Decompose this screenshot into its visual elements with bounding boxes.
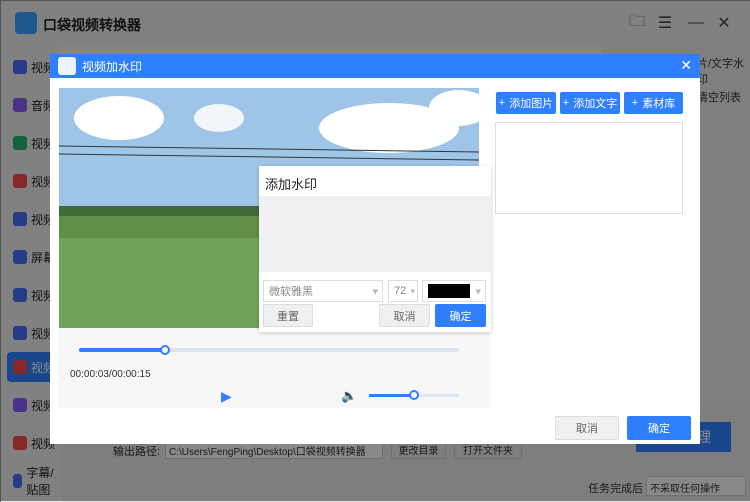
progress-handle[interactable] — [160, 345, 170, 355]
progress-fill — [79, 348, 165, 352]
dialog-header: 视频加水印 — [50, 54, 700, 78]
volume-track[interactable] — [369, 390, 459, 400]
volume-icon[interactable]: 🔈 — [341, 388, 357, 404]
size-select[interactable]: 72 ▾ — [388, 280, 418, 302]
plus-icon: + — [631, 97, 639, 109]
color-select[interactable]: ▾ — [422, 280, 486, 302]
reset-button[interactable]: 重置 — [263, 304, 313, 327]
dialog-close-icon[interactable]: ✕ — [680, 57, 692, 74]
add-watermark-panel: 添加水印 微软雅黑 ▾ 72 ▾ ▾ 重置 取消 确定 — [259, 166, 491, 332]
font-select[interactable]: 微软雅黑 ▾ — [263, 280, 383, 302]
dialog-title: 视频加水印 — [82, 59, 143, 74]
dialog-logo — [58, 57, 76, 75]
plus-icon: + — [562, 97, 570, 109]
watermark-panel-title: 添加水印 — [265, 177, 318, 192]
watermark-dialog: 视频加水印 ✕ 00:00:03/00:00:15 ▶ 🔈 + 添加图片 + 添… — [50, 54, 700, 444]
dialog-ok-button[interactable]: 确定 — [627, 416, 691, 440]
chevron-down-icon: ▾ — [475, 285, 481, 298]
chevron-down-icon: ▾ — [372, 285, 378, 298]
plus-icon: + — [498, 97, 506, 109]
play-icon[interactable]: ▶ — [221, 388, 232, 405]
material-button[interactable]: + 素材库 — [624, 92, 683, 114]
dialog-cancel-button[interactable]: 取消 — [555, 416, 619, 440]
color-swatch — [428, 284, 470, 298]
watermark-cancel-button[interactable]: 取消 — [379, 304, 430, 327]
chevron-down-icon: ▾ — [410, 285, 415, 296]
watermark-text-area[interactable] — [259, 196, 491, 272]
watermark-list — [495, 122, 683, 214]
watermark-ok-button[interactable]: 确定 — [435, 304, 486, 327]
progress-track[interactable] — [79, 345, 459, 355]
player-controls: 00:00:03/00:00:15 ▶ 🔈 — [59, 328, 490, 408]
add-text-button[interactable]: + 添加文字 — [560, 92, 620, 114]
volume-fill — [369, 394, 414, 397]
time-readout: 00:00:03/00:00:15 — [70, 369, 151, 380]
add-image-button[interactable]: + 添加图片 — [496, 92, 556, 114]
volume-handle[interactable] — [409, 390, 419, 400]
